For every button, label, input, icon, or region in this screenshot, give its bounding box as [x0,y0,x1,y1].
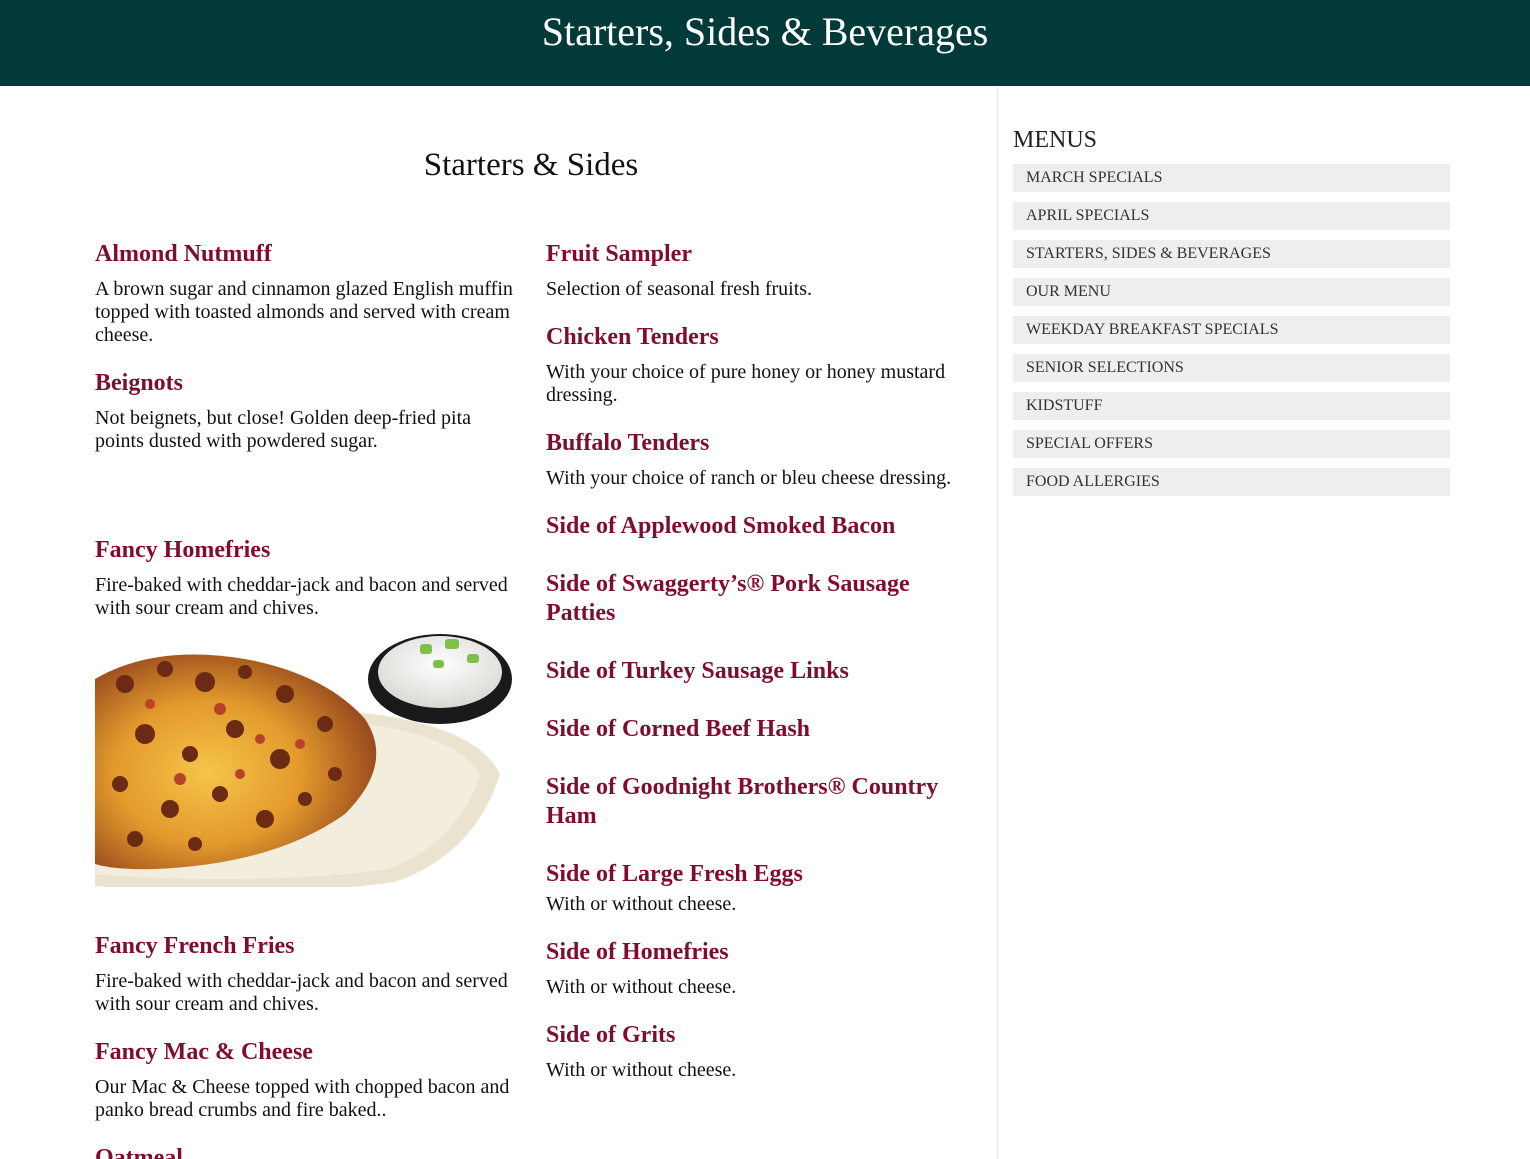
page-title: Starters, Sides & Beverages [541,9,989,54]
right-column: Fruit Sampler Selection of seasonal fres… [546,240,956,1104]
menu-entry-side-bacon: Side of Applewood Smoked Bacon [546,512,956,541]
menu-entry-side-homefries: Side of Homefries With or without cheese… [546,938,956,999]
item-description: Fire-baked with cheddar-jack and bacon a… [95,574,508,619]
item-description: With or without cheese. [546,893,737,915]
main-content: Starters & Sides Almond Nutmuff A brown … [0,86,998,1159]
item-title: Side of Corned Beef Hash [546,716,810,742]
menu-entry-almond-nutmuff: Almond Nutmuff A brown sugar and cinnamo… [95,240,515,347]
menu-entry-side-eggs: Side of Large Fresh Eggs With or without… [546,860,956,916]
item-title: Fancy Homefries [95,537,271,563]
item-title: Fruit Sampler [546,241,692,267]
section-title: Starters & Sides [423,147,639,183]
item-title: Side of Turkey Sausage Links [546,658,849,684]
menu-entry-chicken-tenders: Chicken Tenders With your choice of pure… [546,323,956,407]
item-title: Buffalo Tenders [546,430,710,456]
menu-entry-side-pork-sausage: Side of Swaggerty’s® Pork Sausage Pattie… [546,570,956,628]
item-title: Side of Goodnight Brothers® Country Ham [546,774,939,829]
item-title: Side of Homefries [546,939,729,965]
sidebar-title: MENUS [1013,127,1098,153]
item-title: Side of Large Fresh Eggs [546,861,803,887]
menu-link-march-specials[interactable]: MARCH SPECIALS [1013,164,1450,192]
item-title: Beignots [95,370,184,396]
item-description: With your choice of ranch or bleu cheese… [546,467,952,489]
menu-entry-fancy-mac-cheese: Fancy Mac & Cheese Our Mac & Cheese topp… [95,1038,515,1122]
menu-link-food-allergies[interactable]: FOOD ALLERGIES [1013,468,1450,496]
item-description: A brown sugar and cinnamon glazed Englis… [95,278,513,346]
item-title: Side of Swaggerty’s® Pork Sausage Pattie… [546,571,910,626]
menus-sidebar: MENUS MARCH SPECIALS APRIL SPECIALS STAR… [1013,126,1450,506]
item-description: With or without cheese. [546,976,737,998]
item-title: Fancy French Fries [95,933,295,959]
menu-entry-side-corned-beef: Side of Corned Beef Hash [546,715,956,744]
menu-entry-oatmeal: Oatmeal [95,1144,515,1159]
item-title: Side of Grits [546,1022,676,1048]
item-title: Oatmeal [95,1145,183,1159]
item-description: Not beignets, but close! Golden deep-fri… [95,407,471,452]
item-description: Our Mac & Cheese topped with chopped bac… [95,1076,510,1121]
menu-entry-beignots: Beignots Not beignets, but close! Golden… [95,369,515,453]
menu-entry-side-country-ham: Side of Goodnight Brothers® Country Ham [546,773,956,831]
menu-link-kidstuff[interactable]: KIDSTUFF [1013,392,1450,420]
menu-link-weekday-breakfast-specials[interactable]: WEEKDAY BREAKFAST SPECIALS [1013,316,1450,344]
item-title: Side of Applewood Smoked Bacon [546,513,896,539]
menu-link-our-menu[interactable]: OUR MENU [1013,278,1450,306]
item-title: Almond Nutmuff [95,241,272,267]
menu-link-senior-selections[interactable]: SENIOR SELECTIONS [1013,354,1450,382]
item-description: With your choice of pure honey or honey … [546,361,946,406]
fancy-homefries-photo [95,624,513,887]
menu-entry-side-grits: Side of Grits With or without cheese. [546,1021,956,1082]
menu-link-special-offers[interactable]: SPECIAL OFFERS [1013,430,1450,458]
page-header: Starters, Sides & Beverages [0,0,1530,86]
menu-entry-buffalo-tenders: Buffalo Tenders With your choice of ranc… [546,429,956,490]
item-description: Fire-baked with cheddar-jack and bacon a… [95,970,508,1015]
item-title: Fancy Mac & Cheese [95,1039,313,1065]
menu-entry-side-turkey-sausage: Side of Turkey Sausage Links [546,657,956,686]
item-description: With or without cheese. [546,1059,737,1081]
menu-link-starters-sides-beverages[interactable]: STARTERS, SIDES & BEVERAGES [1013,240,1450,268]
menu-entry-fancy-french-fries: Fancy French Fries Fire-baked with chedd… [95,932,515,1016]
menu-link-april-specials[interactable]: APRIL SPECIALS [1013,202,1450,230]
item-description: Selection of seasonal fresh fruits. [546,278,813,300]
item-title: Chicken Tenders [546,324,719,350]
menu-entry-fruit-sampler: Fruit Sampler Selection of seasonal fres… [546,240,956,301]
menu-entry-fancy-homefries: Fancy Homefries Fire-baked with cheddar-… [95,536,515,620]
